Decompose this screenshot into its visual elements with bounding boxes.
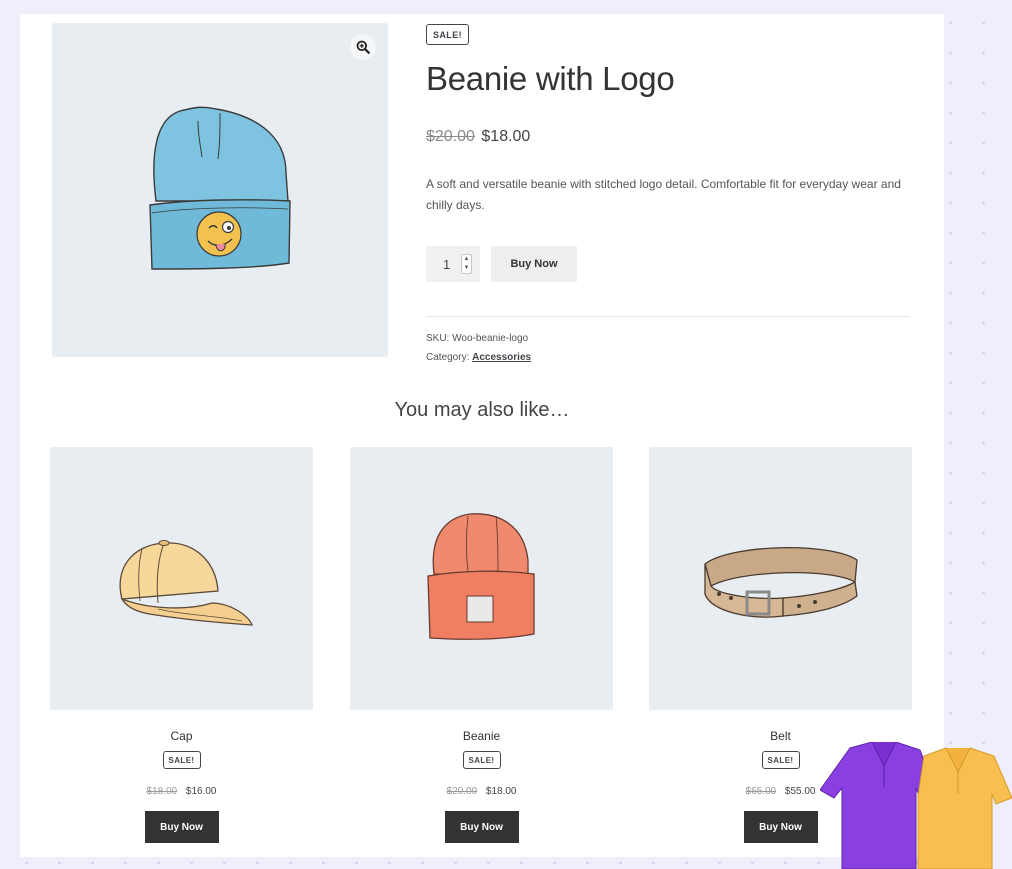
category-label: Category: <box>426 352 470 363</box>
product-meta: SKU: Woo-beanie-logo Category: Accessori… <box>426 329 910 367</box>
related-products-heading: You may also like… <box>394 399 570 421</box>
product-summary: SALE! Beanie with Logo $20.00 $18.00 A s… <box>426 23 910 367</box>
sale-price: $18.00 <box>485 786 517 797</box>
old-price: $20.00 <box>446 786 478 797</box>
beanie-logo-illustration <box>149 106 291 270</box>
product-page: SALE! Beanie with Logo $20.00 $18.00 A s… <box>20 14 944 857</box>
category: Category: Accessories <box>426 348 910 367</box>
category-link[interactable]: Accessories <box>472 352 531 363</box>
cap-illustration <box>119 539 253 626</box>
product-thumbnail[interactable] <box>649 447 912 710</box>
product-name[interactable]: Cap <box>50 729 313 743</box>
sku: SKU: Woo-beanie-logo <box>426 333 529 344</box>
product-thumbnail[interactable] <box>350 447 613 710</box>
quantity-input[interactable]: 1 ▲ ▼ <box>426 246 480 282</box>
related-product-card: Cap SALE! $18.00 $16.00 Buy Now <box>50 447 313 843</box>
sale-price: $18.00 <box>481 128 531 145</box>
sale-price: $16.00 <box>185 786 217 797</box>
product-price: $18.00 $16.00 <box>50 786 313 797</box>
polo-shirts-decoration <box>820 742 1012 869</box>
beanie-illustration <box>426 512 535 640</box>
old-price: $20.00 <box>426 128 475 145</box>
stepper-down-icon[interactable]: ▼ <box>464 264 470 273</box>
buy-now-button[interactable]: Buy Now <box>144 811 219 843</box>
product-description: A soft and versatile beanie with stitche… <box>426 177 901 212</box>
product-price: $20.00 $18.00 <box>350 786 613 797</box>
sale-badge: SALE! <box>761 751 800 769</box>
product-title: Beanie with Logo <box>426 60 675 97</box>
quantity-value: 1 <box>443 256 451 272</box>
old-price: $18.00 <box>146 786 178 797</box>
divider <box>426 316 910 317</box>
sale-badge: SALE! <box>462 751 501 769</box>
product-name[interactable]: Belt <box>649 729 912 743</box>
buy-now-button[interactable]: Buy Now <box>444 811 519 843</box>
old-price: $65.00 <box>745 786 777 797</box>
belt-illustration <box>703 546 858 618</box>
buy-now-button[interactable]: Buy Now <box>491 246 577 282</box>
add-to-cart-form: 1 ▲ ▼ Buy Now <box>426 246 910 282</box>
related-product-card: Beanie SALE! $20.00 $18.00 Buy Now <box>350 447 613 843</box>
product-name[interactable]: Beanie <box>350 729 613 743</box>
sale-badge: SALE! <box>426 24 469 45</box>
product-image[interactable] <box>52 23 388 357</box>
buy-now-button[interactable]: Buy Now <box>743 811 818 843</box>
product-thumbnail[interactable] <box>50 447 313 710</box>
sale-price: $55.00 <box>784 786 816 797</box>
product-price: $20.00 $18.00 <box>426 128 910 146</box>
stepper-up-icon[interactable]: ▲ <box>464 255 470 264</box>
quantity-stepper[interactable]: ▲ ▼ <box>461 254 472 274</box>
sale-badge: SALE! <box>162 751 201 769</box>
